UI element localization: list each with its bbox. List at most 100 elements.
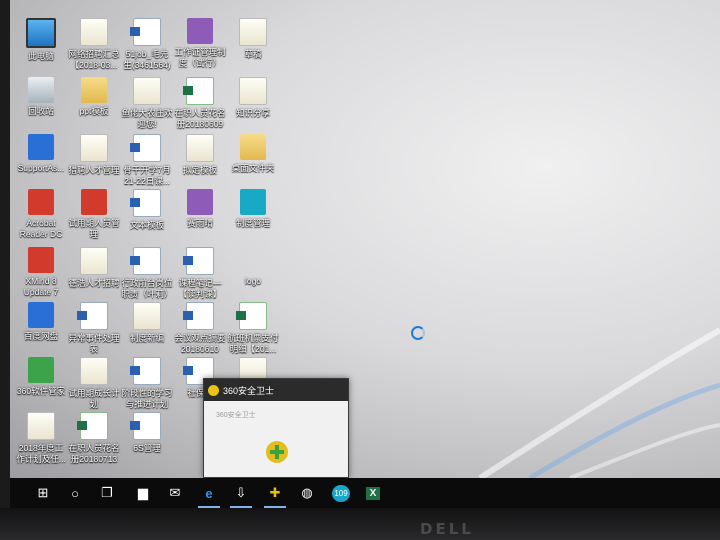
desktop-icon-image xyxy=(183,302,214,330)
cortana-icon: ○ xyxy=(71,485,79,501)
desktop-icon-label: 2018年度工 作计划及任... xyxy=(16,443,66,464)
51job-doc-icon[interactable]: 51job_毛先 生(3461564) xyxy=(118,16,176,71)
desktop-icon-label: 鱼佬大农庄欢 迎您! xyxy=(121,108,173,129)
6s-management-doc-icon[interactable]: 6S管理 xyxy=(118,410,176,454)
supportassist-icon[interactable]: SupportAs... xyxy=(12,132,70,174)
desktop-icon-label: 试用期人员管 理 xyxy=(68,218,120,239)
desktop-icon-label: 阶段性的学习 与推进计划 xyxy=(121,388,173,409)
meeting-summary-doc-icon[interactable]: 会议观点摘要 20180610 xyxy=(171,300,229,355)
desktop-icon-label: logo xyxy=(244,276,262,286)
desktop-icon-image xyxy=(130,247,161,275)
excel-button[interactable]: X xyxy=(358,478,388,508)
desktop-icon-label: Acrobat Reader DC xyxy=(19,218,63,239)
file-explorer-icon: ▆ xyxy=(138,485,148,500)
desktop-icon-label: 6S管理 xyxy=(133,443,161,453)
desktop-folder-icon[interactable]: 桌面文件夹 xyxy=(224,132,282,174)
text-template-doc-icon[interactable]: 文本模板 xyxy=(118,187,176,231)
desktop-icon-image xyxy=(27,412,55,440)
baidu-netdisk-icon[interactable]: 百度网盘 xyxy=(12,300,70,342)
draft-doc-icon[interactable]: 草稿 xyxy=(224,16,282,60)
desktop-icon-image xyxy=(186,134,214,162)
desktop-icon-image xyxy=(77,302,108,330)
cortana-button[interactable]: ○ xyxy=(60,478,90,508)
file-explorer-button[interactable]: ▆ xyxy=(128,478,158,508)
popup-header: 360安全卫士 xyxy=(204,379,348,401)
desktop-icon-label: ppt模板 xyxy=(79,106,109,116)
installer-button[interactable]: ⇩ xyxy=(226,478,256,508)
360-large-logo-icon xyxy=(266,441,288,463)
task-view-button[interactable]: ❐ xyxy=(92,478,122,508)
probation-growth-plan-icon[interactable]: 试用期成长计 划 xyxy=(65,355,123,410)
desktop-icon-image xyxy=(28,77,54,103)
staff-roster-0609-icon[interactable]: 在职人员花名 册20180609 xyxy=(171,75,229,130)
probation-staff-icon[interactable]: 试用期人员管 理 xyxy=(65,187,123,240)
front-desk-duties-doc-icon[interactable]: 行政前台岗位 职责（叶莉） xyxy=(118,245,176,300)
monitor-bezel xyxy=(0,508,720,540)
desktop-icon-label: 会议观点摘要 20180610 xyxy=(174,333,226,354)
qq-browser-button[interactable]: 109 xyxy=(326,478,356,508)
desktop-icon-image xyxy=(81,77,107,103)
desktop-icon-label: 知识分享 xyxy=(235,108,270,118)
desktop-icon-label: 试用期成长计 划 xyxy=(68,388,120,409)
policy-management-icon[interactable]: 制度管理 xyxy=(224,187,282,229)
incident-form-doc-icon[interactable]: 异常事件处理 表 xyxy=(65,300,123,355)
recycle-bin-icon[interactable]: 回收站 xyxy=(12,75,70,117)
edge-button[interactable]: e xyxy=(194,478,224,508)
desktop-icon-image xyxy=(80,134,108,162)
desktop-icon-label: 制度新编 xyxy=(129,333,164,343)
360-security-button[interactable]: ✚ xyxy=(260,478,290,508)
desktop-icon-label: 拟定模板 xyxy=(182,165,217,175)
desktop-icon-image xyxy=(187,189,213,215)
draft-template-doc-icon[interactable]: 拟定模板 xyxy=(171,132,229,176)
monitor-brand-logo: DELL xyxy=(420,520,474,538)
annual-plan-doc-icon[interactable]: 2018年度工 作计划及任... xyxy=(12,410,70,465)
flight-payment-doc-icon[interactable]: 航班机票支付 明细【201... xyxy=(224,300,282,355)
desktop-icon-image xyxy=(130,134,161,162)
xmind-icon[interactable]: XMind 8 Update 7 xyxy=(12,245,70,298)
knowledge-share-doc-icon[interactable]: 知识分享 xyxy=(224,75,282,119)
desktop-icon-label: 制度管理 xyxy=(235,218,270,228)
work-permit-doc-icon[interactable]: 工作证管理制 度（试行） xyxy=(171,16,229,69)
recruit-summary-doc-icon[interactable]: 网络招聘汇总 【2018-03... xyxy=(65,16,123,71)
desktop-icon-image xyxy=(28,357,54,383)
desktop-icon-image xyxy=(183,247,214,275)
desktop-icon-label: 360软件管家 xyxy=(16,386,66,396)
wechat-icon: ◍ xyxy=(301,485,313,500)
desktop-icon-image xyxy=(26,18,56,48)
desktop-icon-label: 在职人员花名 册20180713 xyxy=(68,443,120,464)
desktop-icon-image xyxy=(187,18,213,44)
farm-welcome-doc-icon[interactable]: 鱼佬大农庄欢 迎您! xyxy=(118,75,176,130)
desktop-icon-label: 网络招聘汇总 【2018-03... xyxy=(68,49,120,70)
start-button[interactable]: ⊞ xyxy=(28,478,58,508)
desktop-icon-image xyxy=(77,412,108,440)
desktop-icon-label: 猎聘人才管理 xyxy=(68,165,120,175)
wechat-button[interactable]: ◍ xyxy=(292,478,322,508)
desktop-icon-label: 51job_毛先 生(3461564) xyxy=(123,49,171,70)
edge-icon: e xyxy=(205,485,213,501)
liepin-talent-doc-icon[interactable]: 猎聘人才管理 xyxy=(65,132,123,176)
ppt-template-folder-icon[interactable]: ppt模板 xyxy=(65,75,123,117)
360-security-icon: ✚ xyxy=(269,485,281,500)
360-logo-icon xyxy=(208,384,219,396)
360-software-manager-icon[interactable]: 360软件管家 xyxy=(12,355,70,397)
desktop-icon-label: 骨干开学7月 21-22日课... xyxy=(123,165,171,186)
mail-icon: ✉ xyxy=(169,485,181,500)
desktop-icon-label: 课程笔记— 【读判课】 xyxy=(178,278,222,299)
dehao-recruit-doc-icon[interactable]: 德浩人才招聘 xyxy=(65,245,123,289)
course-notes-doc-icon[interactable]: 课程笔记— 【读判课】 xyxy=(171,245,229,300)
staff-roster-0713-icon[interactable]: 在职人员花名 册20180713 xyxy=(65,410,123,465)
desktop-icon-image xyxy=(80,357,108,385)
learning-plan-doc-icon[interactable]: 阶段性的学习 与推进计划 xyxy=(118,355,176,410)
logo-file-icon[interactable]: logo xyxy=(224,245,282,287)
saiyuqing-icon[interactable]: 赛雨晴 xyxy=(171,187,229,229)
acrobat-reader-icon[interactable]: Acrobat Reader DC xyxy=(12,187,70,240)
mail-button[interactable]: ✉ xyxy=(160,478,190,508)
desktop-icon-image xyxy=(240,134,266,160)
new-policy-doc-icon[interactable]: 制度新编 xyxy=(118,300,176,344)
backbone-course-doc-icon[interactable]: 骨干开学7月 21-22日课... xyxy=(118,132,176,187)
popup-title: 360安全卫士 xyxy=(223,385,275,396)
360-preview-popup[interactable]: 360安全卫士 360安全卫士 xyxy=(203,378,349,478)
desktop-icon-image xyxy=(133,302,161,330)
desktop-icon-image xyxy=(183,77,214,105)
this-pc-icon[interactable]: 此电脑 xyxy=(12,16,70,62)
